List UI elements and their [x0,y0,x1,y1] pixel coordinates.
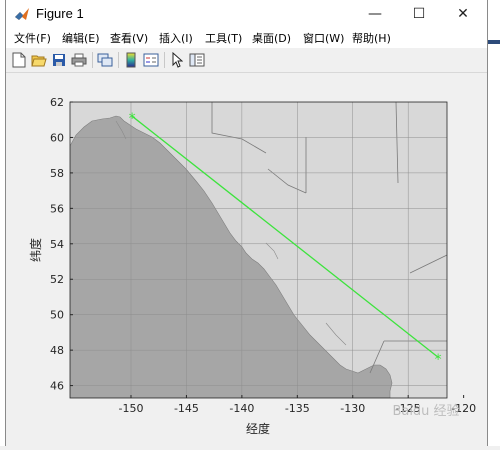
save-icon[interactable] [50,51,68,69]
y-tick-label: 62 [50,96,64,109]
y-tick-label: 48 [50,344,64,357]
toolbar-separator [164,52,165,68]
y-tick-label: 50 [50,309,64,322]
y-tick-label: 58 [50,167,64,180]
y-axis: 46 48 50 52 54 56 58 60 62 [50,96,73,393]
menu-bar: 文件(F) 编辑(E) 查看(V) 插入(I) 工具(T) 桌面(D) 窗口(W… [6,28,487,48]
y-tick-label: 46 [50,380,64,393]
y-axis-label: 纬度 [28,238,43,262]
minimize-button[interactable]: — [353,0,397,28]
x-tick-label: -150 [119,402,144,415]
menu-tools[interactable]: 工具(T) [205,30,242,46]
menu-edit[interactable]: 编辑(E) [62,30,100,46]
new-figure-icon[interactable] [10,51,28,69]
x-tick-label: -140 [229,402,254,415]
menu-window[interactable]: 窗口(W) [303,30,344,46]
menu-desktop[interactable]: 桌面(D) [252,30,291,46]
title-bar[interactable]: Figure 1 — ☐ ✕ [6,0,487,28]
maximize-button[interactable]: ☐ [397,0,441,28]
figure-toolbar [6,48,487,73]
y-tick-label: 56 [50,202,64,215]
x-tick-label: -130 [340,402,365,415]
menu-view[interactable]: 查看(V) [110,30,148,46]
y-tick-label: 60 [50,131,64,144]
menu-help[interactable]: 帮助(H) [352,30,391,46]
menu-insert[interactable]: 插入(I) [159,30,193,46]
y-tick-label: 54 [50,238,64,251]
y-tick-label: 52 [50,273,64,286]
window-title: Figure 1 [36,6,84,21]
x-axis-label: 经度 [246,421,270,436]
end-point-marker: * [435,352,442,368]
start-point-marker: * [129,111,136,127]
legend-icon[interactable] [142,51,160,69]
link-figure-icon[interactable] [96,51,114,69]
pointer-icon[interactable] [168,51,186,69]
background-window-right [488,0,500,446]
print-icon[interactable] [70,51,88,69]
figure-canvas: * * -150 -145 -140 -135 -130 -125 -120 46 48 50 5… [6,73,487,446]
close-button[interactable]: ✕ [441,0,485,28]
figure-window: Figure 1 — ☐ ✕ 文件(F) 编辑(E) 查看(V) 插入(I) 工… [5,0,488,446]
toolbar-separator [92,52,93,68]
background-window-bar [488,40,500,44]
property-editor-icon[interactable] [188,51,206,69]
x-tick-label: -135 [285,402,310,415]
colorbar-icon[interactable] [122,51,140,69]
map-axes[interactable]: * * -150 -145 -140 -135 -130 -125 -120 4648505… [6,73,489,446]
toolbar-separator [118,52,119,68]
watermark: Baidu 经验 [392,403,459,419]
x-tick-label: -145 [174,402,199,415]
menu-file[interactable]: 文件(F) [14,30,51,46]
open-icon[interactable] [30,51,48,69]
matlab-logo-icon [15,8,29,20]
